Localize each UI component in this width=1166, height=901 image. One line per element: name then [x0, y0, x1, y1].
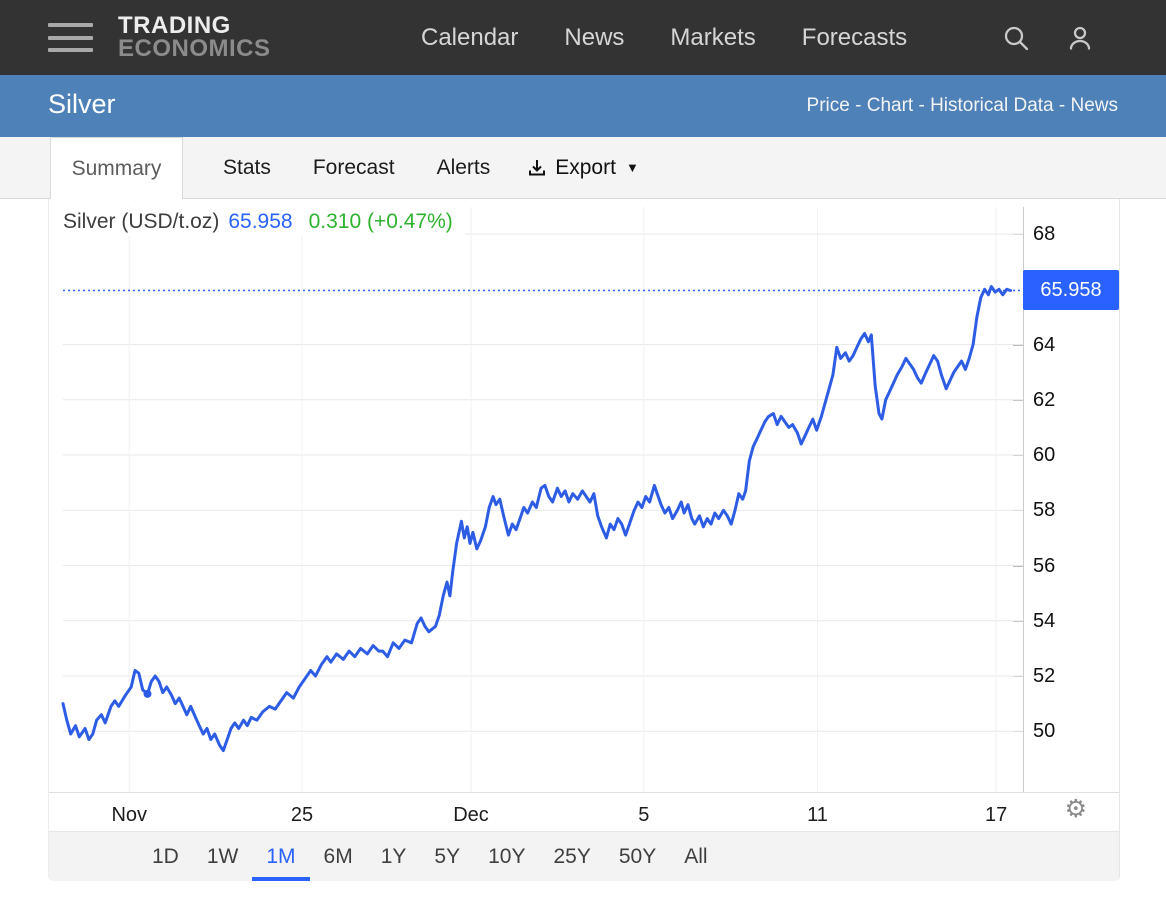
y-axis-tick-label: 68	[1033, 221, 1055, 247]
chart-card: Silver (USD/t.oz) 65.958 0.310 (+0.47%) 68…	[48, 199, 1120, 881]
chart-header: Silver (USD/t.oz) 65.958 0.310 (+0.47%)	[63, 208, 465, 236]
chart-settings-gear-icon[interactable]: ⚙	[1065, 795, 1087, 823]
range-6m[interactable]: 6M	[310, 832, 367, 881]
range-1y[interactable]: 1Y	[367, 832, 421, 881]
range-10y[interactable]: 10Y	[474, 832, 539, 881]
range-selector-bar: 1D 1W 1M 6M 1Y 5Y 10Y 25Y 50Y All	[49, 831, 1119, 881]
x-axis-labels: Nov 25 Dec 5 11 17	[63, 800, 1023, 830]
export-label: Export	[555, 156, 616, 180]
logo-line1: TRADING	[118, 14, 271, 37]
chart-price-change: 0.310 (+0.47%)	[309, 210, 453, 233]
price-chart-svg	[63, 207, 1023, 792]
range-1w[interactable]: 1W	[193, 832, 253, 881]
trading-economics-logo[interactable]: TRADING ECONOMICS	[118, 14, 271, 60]
tab-summary[interactable]: Summary	[50, 137, 183, 199]
x-axis-tick-label: Nov	[111, 800, 147, 830]
price-chart-plot[interactable]	[63, 207, 1023, 792]
nav-calendar[interactable]: Calendar	[421, 24, 518, 52]
y-axis-tick-label: 60	[1033, 442, 1055, 468]
tab-stats[interactable]: Stats	[202, 137, 292, 198]
x-axis-tick-label: 11	[807, 800, 828, 830]
y-axis-tick-label: 58	[1033, 497, 1055, 523]
x-axis-tick-label: 5	[638, 800, 649, 830]
nav-news[interactable]: News	[564, 24, 624, 52]
tab-alerts[interactable]: Alerts	[416, 137, 512, 198]
current-price-badge: 65.958	[1023, 270, 1119, 310]
chart-instrument-label: Silver (USD/t.oz)	[63, 210, 219, 233]
top-nav-bar: TRADING ECONOMICS Calendar News Markets …	[0, 0, 1166, 75]
user-account-icon[interactable]	[1066, 24, 1094, 52]
nav-forecasts[interactable]: Forecasts	[802, 24, 907, 52]
logo-line2: ECONOMICS	[118, 37, 271, 60]
tab-bar: Summary Stats Forecast Alerts Export ▼	[0, 137, 1166, 199]
range-all[interactable]: All	[670, 832, 721, 881]
export-button[interactable]: Export ▼	[511, 137, 655, 198]
x-axis-line	[49, 792, 1119, 793]
chevron-down-icon: ▼	[626, 160, 639, 175]
range-1m[interactable]: 1M	[252, 832, 309, 881]
page-title: Silver	[48, 89, 116, 120]
search-icon[interactable]	[1002, 24, 1030, 52]
tab-forecast[interactable]: Forecast	[292, 137, 416, 198]
banner-breadcrumb-links[interactable]: Price - Chart - Historical Data - News	[807, 95, 1118, 117]
instrument-banner: Silver Price - Chart - Historical Data -…	[0, 75, 1166, 137]
y-axis-tick-label: 64	[1033, 332, 1055, 358]
x-axis-tick-label: Dec	[453, 800, 489, 830]
y-axis-tick-label: 54	[1033, 608, 1055, 634]
top-nav-links: Calendar News Markets Forecasts	[421, 0, 907, 75]
y-axis-tick-label: 56	[1033, 553, 1055, 579]
range-1d[interactable]: 1D	[138, 832, 193, 881]
y-axis-tick-label: 52	[1033, 663, 1055, 689]
range-5y[interactable]: 5Y	[420, 832, 474, 881]
download-icon	[527, 158, 547, 178]
y-axis-tick-label: 50	[1033, 718, 1055, 744]
range-25y[interactable]: 25Y	[539, 832, 604, 881]
x-axis-tick-label: 17	[985, 800, 1007, 830]
range-50y[interactable]: 50Y	[605, 832, 670, 881]
menu-icon[interactable]	[48, 23, 93, 52]
y-axis-tick-label: 62	[1033, 387, 1055, 413]
chart-last-price: 65.958	[228, 210, 292, 233]
x-axis-tick-label: 25	[291, 800, 313, 830]
nav-markets[interactable]: Markets	[670, 24, 755, 52]
